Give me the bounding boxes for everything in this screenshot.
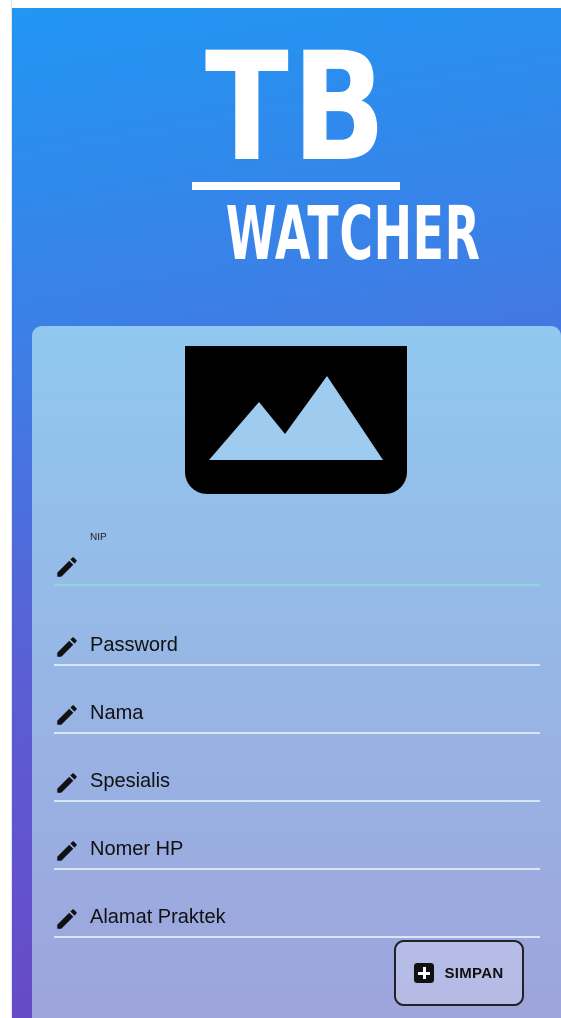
pencil-icon bbox=[57, 557, 77, 577]
nomer-hp-field[interactable]: Nomer HP bbox=[54, 826, 540, 870]
simpan-button-label: SIMPAN bbox=[444, 964, 504, 982]
password-label: Password bbox=[90, 634, 178, 656]
simpan-button[interactable]: SIMPAN bbox=[394, 940, 524, 1006]
logo-watcher: WATCHER bbox=[225, 191, 481, 277]
spesialis-field[interactable]: Spesialis bbox=[54, 758, 540, 802]
nama-field[interactable]: Nama bbox=[54, 690, 540, 734]
form-card: NIP Password Nama Spesialis Nomer HP Ala… bbox=[32, 326, 561, 1018]
pencil-icon bbox=[57, 773, 77, 793]
alamat-praktek-field[interactable]: Alamat Praktek bbox=[54, 894, 540, 938]
app-screen: TB WATCHER NIP Password Nama Spesialis N… bbox=[12, 8, 561, 1018]
add-box-icon bbox=[414, 963, 435, 983]
left-edge bbox=[0, 0, 12, 1018]
alamat-praktek-label: Alamat Praktek bbox=[90, 906, 226, 928]
pencil-icon bbox=[57, 841, 77, 861]
profile-photo-placeholder[interactable] bbox=[185, 346, 407, 494]
pencil-icon bbox=[57, 637, 77, 657]
logo-divider bbox=[192, 182, 400, 190]
image-placeholder-icon bbox=[209, 376, 383, 460]
app-logo: TB WATCHER bbox=[182, 21, 481, 282]
nip-field[interactable]: NIP bbox=[54, 532, 540, 586]
nomer-hp-label: Nomer HP bbox=[90, 838, 184, 860]
spesialis-label: Spesialis bbox=[90, 770, 171, 792]
pencil-icon bbox=[57, 909, 77, 929]
password-field[interactable]: Password bbox=[54, 622, 540, 666]
nama-label: Nama bbox=[90, 702, 144, 724]
nip-floating-label: NIP bbox=[90, 532, 107, 543]
logo-tb: TB bbox=[204, 21, 390, 195]
pencil-icon bbox=[57, 705, 77, 725]
